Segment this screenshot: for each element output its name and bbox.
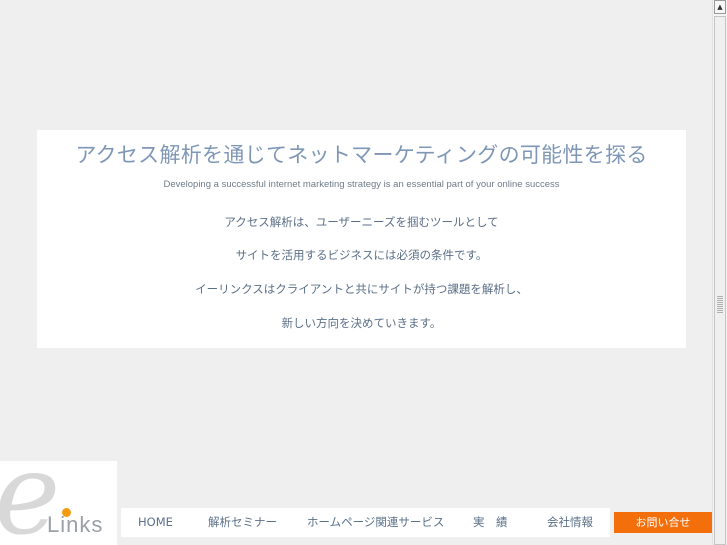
- nav-company-info[interactable]: 会社情報: [547, 508, 593, 537]
- hero-line-2: サイトを活用するビジネスには必須の条件です。: [235, 248, 488, 262]
- logo-text: Links: [47, 512, 104, 537]
- hero-title: アクセス解析を通じてネットマーケティングの可能性を探る: [75, 143, 648, 167]
- nav-home[interactable]: HOME: [138, 508, 173, 537]
- scrollbar-grip-icon: [717, 295, 723, 313]
- hero-panel: アクセス解析を通じてネットマーケティングの可能性を探る Developing a…: [37, 130, 686, 348]
- main-nav: HOME 解析セミナー ホームページ関連サービス 実 績 会社情報: [121, 508, 610, 537]
- nav-seminar[interactable]: 解析セミナー: [208, 508, 277, 537]
- nav-homepage-services[interactable]: ホームページ関連サービス: [307, 508, 444, 537]
- scroll-up-icon[interactable]: ▲: [714, 0, 726, 14]
- scrollbar-thumb[interactable]: [714, 16, 726, 545]
- hero-line-4: 新しい方向を決めていきます。: [281, 316, 442, 330]
- hero-subtitle: Developing a successful internet marketi…: [163, 179, 560, 190]
- elinks-logo[interactable]: e Links: [0, 461, 117, 545]
- vertical-scrollbar[interactable]: ▲: [712, 0, 727, 545]
- contact-button[interactable]: お問い合せ: [614, 512, 712, 533]
- nav-results[interactable]: 実 績: [473, 508, 508, 537]
- hero-line-1: アクセス解析は、ユーザーニーズを掴むツールとして: [224, 215, 499, 229]
- hero-line-3: イーリンクスはクライアントと共にサイトが持つ課題を解析し、: [195, 282, 528, 296]
